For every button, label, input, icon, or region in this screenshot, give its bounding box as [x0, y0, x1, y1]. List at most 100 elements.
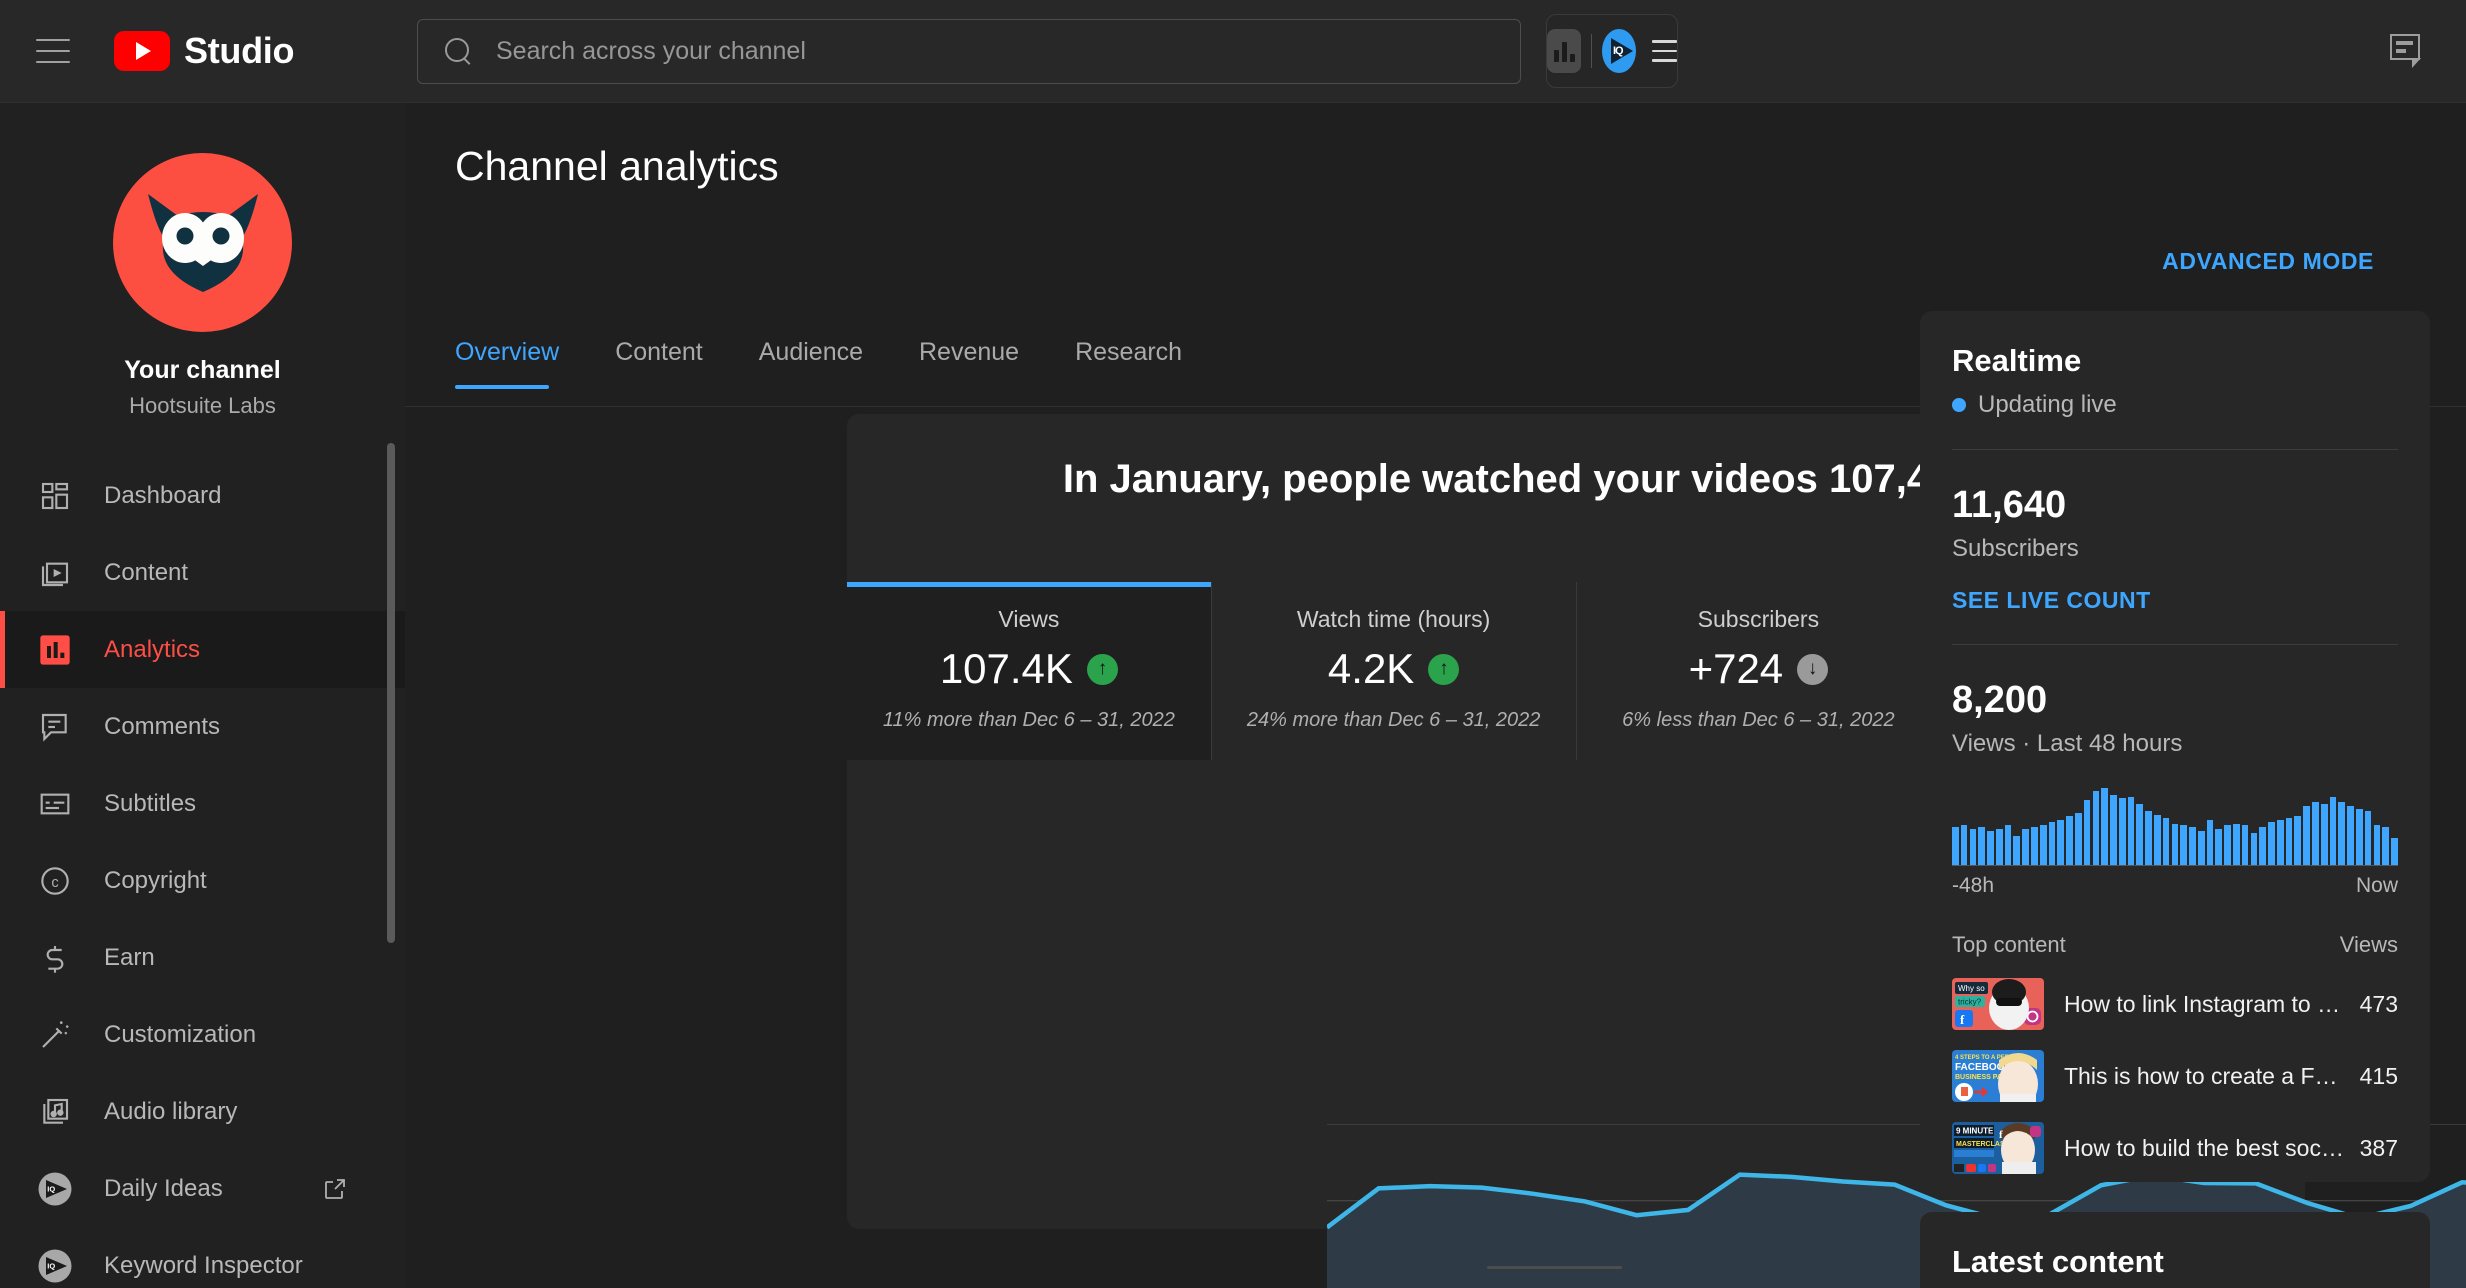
realtime-bar [2259, 827, 2266, 865]
realtime-bar [2022, 829, 2029, 865]
music-note-icon [34, 1091, 76, 1133]
sidebar-scrollbar[interactable] [387, 443, 395, 943]
realtime-bar [1996, 829, 2003, 865]
youtube-studio-analytics-page: Studio IQ [0, 0, 2466, 1288]
top-content-header-row: Top content Views [1952, 932, 2398, 958]
realtime-bar [2294, 816, 2301, 865]
realtime-views-value: 8,200 [1952, 679, 2398, 722]
extension-menu-icon[interactable] [1652, 40, 1677, 62]
realtime-bar [2303, 806, 2310, 865]
dollar-icon [34, 937, 76, 979]
divider [1952, 449, 2398, 450]
metric-delta: 11% more than Dec 6 – 31, 2022 [883, 709, 1175, 732]
sidebar-item-audio-library[interactable]: Audio library [0, 1073, 405, 1150]
search-container [417, 19, 1521, 84]
analytics-bar-icon [34, 629, 76, 671]
sidebar-item-earn[interactable]: Earn [0, 919, 405, 996]
metric-label: Watch time (hours) [1297, 606, 1490, 633]
sidebar-item-analytics[interactable]: Analytics [0, 611, 405, 688]
trend-up-icon: ↑ [1087, 654, 1118, 685]
realtime-bar [2277, 820, 2284, 865]
instagram-facebook-dog-thumbnail: Why so tricky? f [1952, 978, 2044, 1030]
realtime-bar [2163, 818, 2170, 865]
divider [1952, 644, 2398, 645]
sidebar-item-comments[interactable]: Comments [0, 688, 405, 765]
realtime-bar [2286, 818, 2293, 865]
external-link-icon [323, 1177, 347, 1201]
avatar [113, 153, 292, 332]
sidebar-item-copyright[interactable]: c Copyright [0, 842, 405, 919]
search-input[interactable] [496, 37, 1520, 66]
realtime-bar [2093, 791, 2100, 865]
metric-card-watch-time[interactable]: Watch time (hours) 4.2K ↑ 24% more than … [1211, 582, 1576, 760]
realtime-bar [2154, 815, 2161, 865]
comment-bubble-icon[interactable] [2388, 32, 2428, 72]
svg-text:tricky?: tricky? [1958, 998, 1982, 1007]
realtime-bar [2180, 825, 2187, 865]
search-box[interactable] [417, 19, 1521, 84]
list-item[interactable]: Why so tricky? f How to link Instagram t… [1952, 978, 2398, 1030]
sidebar-item-dashboard[interactable]: Dashboard [0, 457, 405, 534]
trend-down-icon: ↓ [1797, 654, 1828, 685]
axis-right-label: Now [2356, 874, 2398, 898]
svg-text:f: f [1960, 1012, 1965, 1027]
realtime-status: Updating live [1952, 391, 2398, 419]
video-views: 473 [2360, 991, 2398, 1018]
metric-value: 107.4K [940, 645, 1073, 693]
realtime-bar [2049, 822, 2056, 865]
svg-text:9 MINUTE: 9 MINUTE [1956, 1127, 1994, 1136]
sidebar-item-customization[interactable]: Customization [0, 996, 405, 1073]
realtime-bar [2215, 829, 2222, 865]
realtime-bar-chart[interactable] [1952, 784, 2398, 866]
list-item[interactable]: 9 MINUTE MASTERCLASS f How to build the … [1952, 1122, 2398, 1174]
tab-research[interactable]: Research [1047, 338, 1210, 389]
realtime-bar [2224, 825, 2231, 865]
realtime-status-label: Updating live [1978, 391, 2117, 419]
sidebar-item-label: Copyright [104, 867, 207, 895]
youtube-studio-logo[interactable]: Studio [114, 30, 294, 72]
realtime-bar [2013, 836, 2020, 865]
realtime-card: Realtime Updating live 11,640 Subscriber… [1920, 311, 2430, 1182]
tab-content[interactable]: Content [587, 338, 731, 389]
dashboard-icon [34, 475, 76, 517]
realtime-bar [2172, 824, 2179, 865]
metric-card-views[interactable]: Views 107.4K ↑ 11% more than Dec 6 – 31,… [847, 582, 1211, 760]
realtime-bar [2101, 788, 2108, 865]
trend-up-icon: ↑ [1428, 654, 1459, 685]
copyright-icon: c [34, 860, 76, 902]
sidebar-item-label: Customization [104, 1021, 256, 1049]
page-title: Channel analytics [455, 143, 779, 190]
realtime-bar [2119, 798, 2126, 865]
sidebar-item-subtitles[interactable]: Subtitles [0, 765, 405, 842]
list-item[interactable]: 4 STEPS TO A PERFECT FACEBOOK BUSINESS P… [1952, 1050, 2398, 1102]
sidebar-item-daily-ideas[interactable]: IQ Daily Ideas [0, 1150, 405, 1227]
realtime-bar [2338, 802, 2345, 865]
sidebar-item-label: Content [104, 559, 188, 587]
tab-audience[interactable]: Audience [731, 338, 891, 389]
sidebar-item-keyword-inspector[interactable]: IQ Keyword Inspector [0, 1227, 405, 1288]
tab-revenue[interactable]: Revenue [891, 338, 1047, 389]
divider [1591, 34, 1592, 68]
advanced-mode-button[interactable]: ADVANCED MODE [2162, 248, 2374, 275]
bar-chart-icon[interactable] [1547, 29, 1581, 73]
realtime-subscribers-label: Subscribers [1952, 535, 2398, 563]
views-header: Views [2340, 932, 2398, 958]
realtime-bar [2321, 804, 2328, 865]
see-live-count-link[interactable]: SEE LIVE COUNT [1952, 587, 2398, 614]
realtime-bar [2057, 820, 2064, 865]
latest-content-title: Latest content [1952, 1244, 2398, 1280]
tab-overview[interactable]: Overview [455, 338, 587, 389]
content-video-icon [34, 552, 76, 594]
realtime-bar [2242, 825, 2249, 865]
facebook-business-page-thumbnail: 4 STEPS TO A PERFECT FACEBOOK BUSINESS P… [1952, 1050, 2044, 1102]
metric-card-subscribers[interactable]: Subscribers +724 ↓ 6% less than Dec 6 – … [1576, 582, 1941, 760]
sidebar-item-content[interactable]: Content [0, 534, 405, 611]
sidebar-item-label: Comments [104, 713, 220, 741]
realtime-bar [2066, 816, 2073, 865]
latest-content-card: Latest content [1920, 1212, 2430, 1288]
vidiq-logo-icon[interactable]: IQ [1602, 29, 1636, 73]
hamburger-icon[interactable] [36, 39, 70, 63]
channel-block[interactable]: Your channel Hootsuite Labs [0, 103, 405, 419]
realtime-bar [2189, 827, 2196, 865]
realtime-bar [2207, 820, 2214, 865]
